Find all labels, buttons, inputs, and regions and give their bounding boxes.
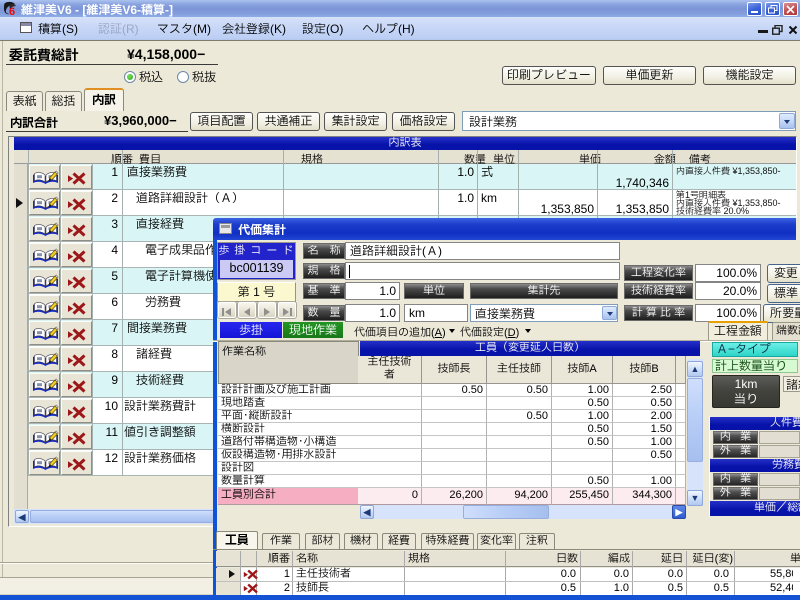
svg-text:6: 6 [9,6,15,16]
